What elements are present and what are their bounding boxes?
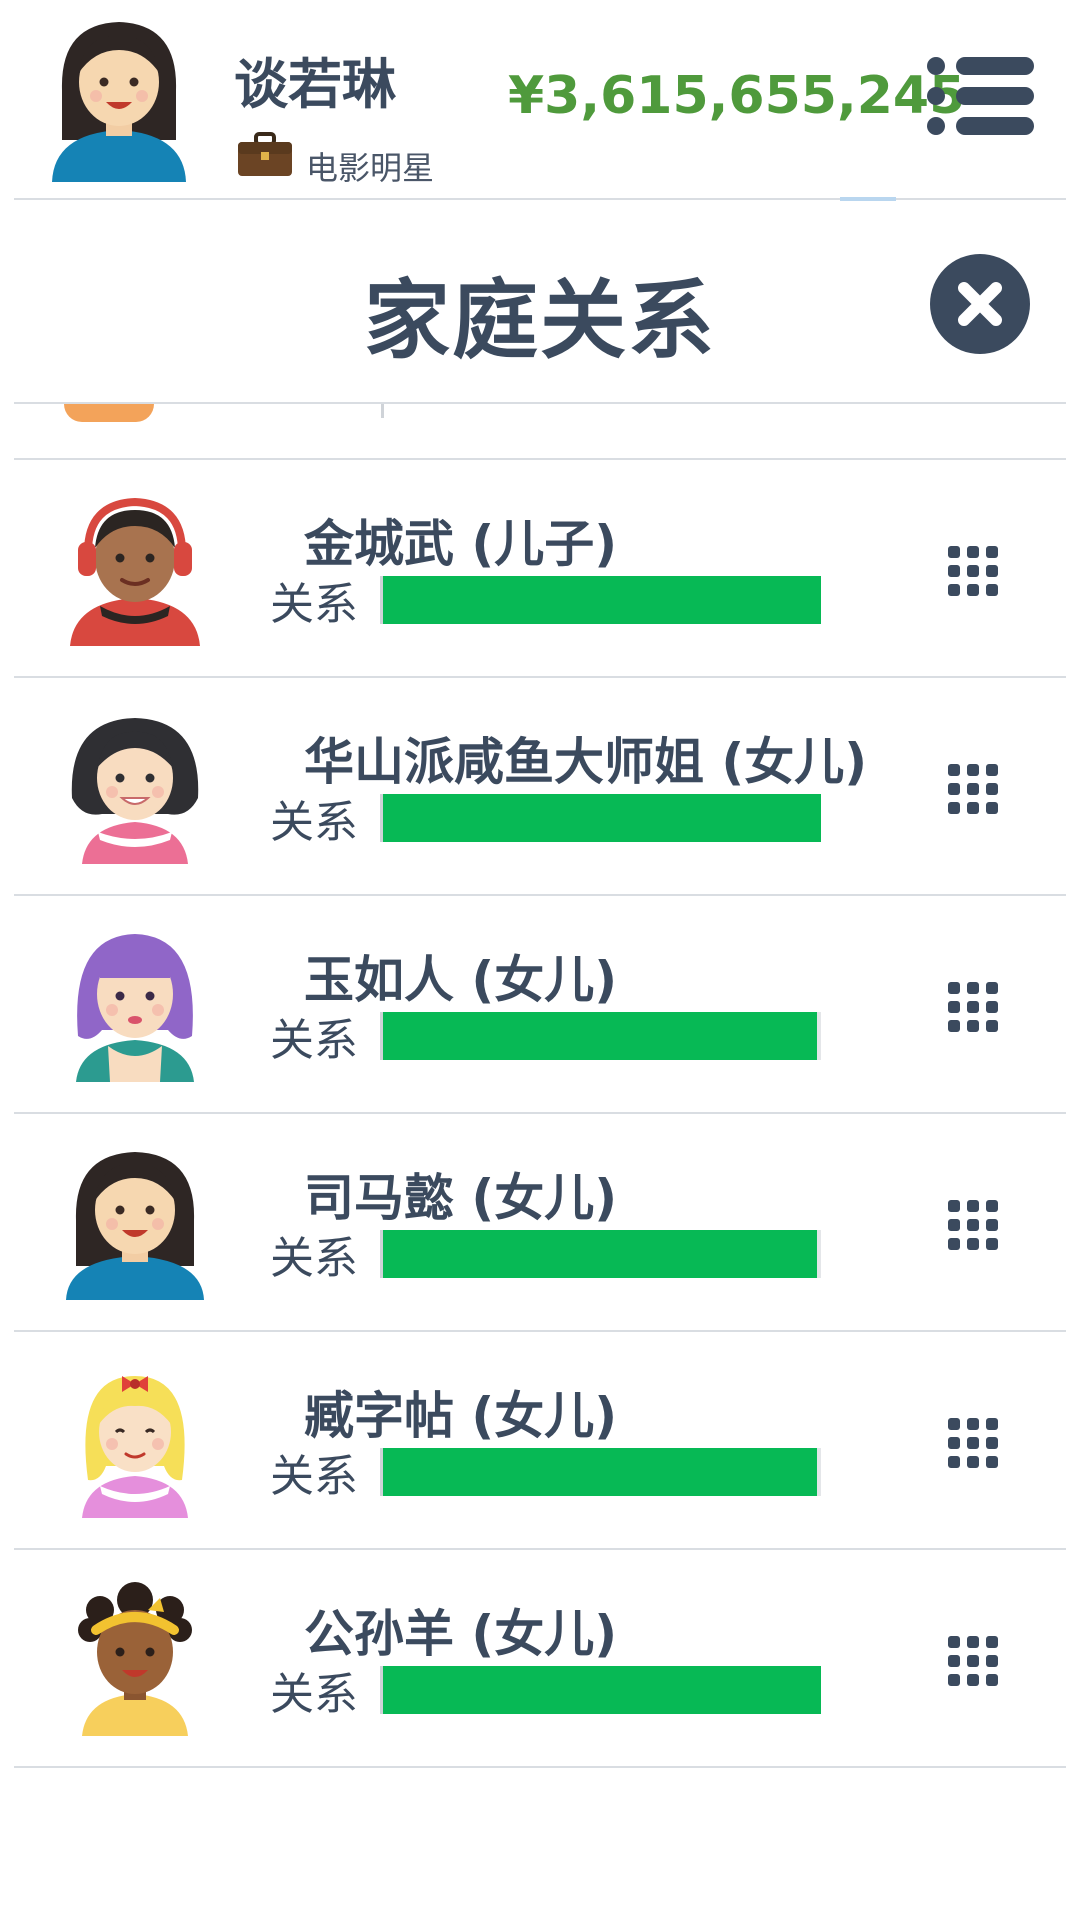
list-menu-icon[interactable] [926,54,1036,138]
relationship-bar [380,794,821,842]
girl-headband-avatar [78,1582,192,1736]
family-member-row[interactable]: 金城武 (儿子) 关系 [14,460,1066,678]
grid-dots [948,1418,998,1468]
girl-blonde-bow-avatar [82,1376,188,1518]
family-member-row[interactable]: 玉如人 (女儿) 关系 [14,896,1066,1114]
status-header: 谈若琳 电影明星 ¥3,615,655,245 [14,0,1066,201]
relationship-bar [380,576,821,624]
options-grid-icon[interactable] [946,762,1000,816]
grid-dots [948,546,998,596]
close-icon[interactable] [928,252,1032,356]
member-name: 司马懿 (女儿) [304,1169,618,1227]
grid-dots [948,982,998,1032]
relationship-label: 关系 [270,1451,358,1502]
relationship-bar-fill [383,576,821,624]
options-grid-icon[interactable] [946,980,1000,1034]
family-member-row[interactable]: 臧字帖 (女儿) 关系 [14,1332,1066,1550]
options-grid-icon[interactable] [946,544,1000,598]
family-list[interactable]: 金城武 (儿子) 关系 华山派咸鱼大师姐 (女儿) 关系 玉如人 (女儿) 关系… [14,404,1066,1794]
list-item-partial [14,404,1066,460]
member-name: 臧字帖 (女儿) [304,1387,618,1445]
member-name: 华山派咸鱼大师姐 (女儿) [304,733,868,791]
relationship-label: 关系 [270,1015,358,1066]
avatar [64,404,154,422]
options-grid-icon[interactable] [946,1634,1000,1688]
relationship-bar [380,1012,821,1060]
family-relationships-screen: 谈若琳 电影明星 ¥3,615,655,245 家庭关系 金城武 (儿子) 关系… [0,0,1080,1920]
briefcase-icon [238,132,292,176]
relationship-bar-fill [383,1448,817,1496]
relationship-label: 关系 [270,797,358,848]
girl-purple-hair-avatar [76,934,194,1082]
job-title: 电影明星 [306,149,435,187]
options-grid-icon[interactable] [946,1416,1000,1470]
family-member-row[interactable]: 公孙羊 (女儿) 关系 [14,1550,1066,1768]
relationship-bar [380,1666,821,1714]
member-name: 玉如人 (女儿) [304,951,618,1009]
member-name: 金城武 (儿子) [304,515,618,573]
relationship-label: 关系 [270,579,358,630]
relationship-bar [380,1230,821,1278]
family-member-row[interactable]: 司马懿 (女儿) 关系 [14,1114,1066,1332]
relationship-bar [380,1448,821,1496]
relationship-bar-fill [383,1012,817,1060]
member-name: 公孙羊 (女儿) [304,1605,618,1663]
relationship-bar-fill [383,1230,817,1278]
boy-headphones-avatar [70,497,200,646]
grid-dots [948,1636,998,1686]
family-member-row[interactable]: 华山派咸鱼大师姐 (女儿) 关系 [14,678,1066,896]
relationship-label: 关系 [270,1669,358,1720]
relationship-label: 关系 [270,1233,358,1284]
dialog-title-bar: 家庭关系 [14,200,1066,404]
grid-dots [948,764,998,814]
player-name: 谈若琳 [234,53,396,116]
player-avatar[interactable] [44,12,194,182]
girl-long-hair-avatar [66,1152,204,1300]
page-title: 家庭关系 [364,271,716,371]
relationship-bar-fill [383,794,821,842]
relationship-bar-fill [383,1666,821,1714]
girl-dark-hair-avatar [71,718,199,864]
money-balance: ¥3,615,655,245 [508,66,966,126]
grid-dots [948,1200,998,1250]
options-grid-icon[interactable] [946,1198,1000,1252]
